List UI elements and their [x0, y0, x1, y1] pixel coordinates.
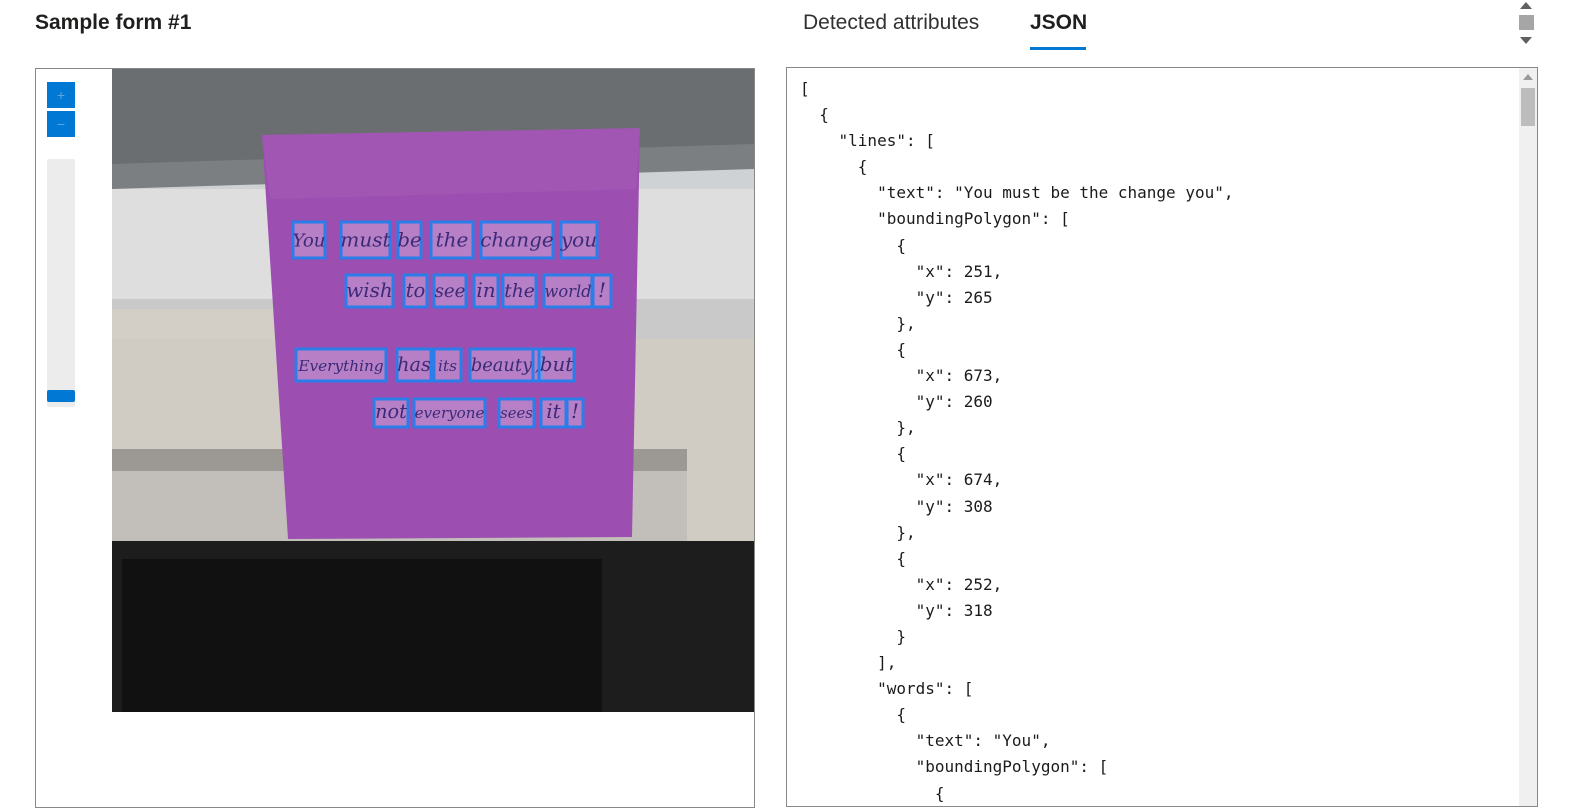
- word-box[interactable]: the: [429, 220, 475, 260]
- json-output: [ { "lines": [ { "text": "You must be th…: [800, 79, 1234, 803]
- tab-detected-attributes[interactable]: Detected attributes: [803, 11, 979, 35]
- handwritten-word: be: [397, 228, 421, 251]
- handwritten-word: change: [480, 227, 554, 251]
- word-box[interactable]: its: [432, 347, 463, 383]
- handwritten-word: !: [571, 399, 579, 423]
- word-box[interactable]: beauty: [468, 347, 535, 383]
- word-box[interactable]: !: [591, 273, 613, 309]
- handwritten-word: has: [397, 353, 431, 376]
- sticky-note-shade: [262, 128, 640, 199]
- json-scrollbar[interactable]: [1519, 68, 1537, 806]
- handwritten-word: You: [293, 230, 326, 251]
- handwritten-word: not: [375, 400, 407, 423]
- zoom-out-button[interactable]: −: [47, 111, 75, 137]
- scroll-down-arrow-icon[interactable]: [1520, 37, 1532, 44]
- word-box[interactable]: Everything: [294, 347, 388, 383]
- handwritten-word: !: [598, 278, 606, 302]
- word-box[interactable]: to: [402, 273, 429, 309]
- word-box[interactable]: everyone: [412, 397, 487, 429]
- word-box[interactable]: You: [291, 220, 327, 260]
- page-scrollbar[interactable]: [1518, 0, 1535, 50]
- word-box[interactable]: the: [501, 273, 538, 309]
- handwritten-word: to: [406, 279, 426, 302]
- page-scrollbar-thumb[interactable]: [1519, 15, 1534, 30]
- json-scrollbar-thumb[interactable]: [1521, 88, 1535, 126]
- zoom-slider-thumb[interactable]: [47, 390, 75, 402]
- scroll-up-arrow-icon[interactable]: [1520, 2, 1532, 9]
- monitor-screen: [122, 559, 602, 712]
- word-box[interactable]: not: [372, 397, 410, 429]
- word-box[interactable]: you: [559, 220, 599, 260]
- word-box[interactable]: wish: [344, 273, 395, 309]
- word-box[interactable]: be: [396, 220, 423, 260]
- word-box[interactable]: it: [539, 397, 568, 429]
- word-box[interactable]: see: [432, 273, 468, 309]
- zoom-slider[interactable]: [47, 159, 75, 407]
- handwritten-word: in: [476, 278, 495, 302]
- word-box[interactable]: has: [395, 347, 433, 383]
- handwritten-word: Everything: [297, 357, 384, 375]
- handwritten-word: must: [340, 227, 391, 251]
- image-viewer: + − You must be the change you wish to see in the w…: [35, 68, 755, 808]
- word-box[interactable]: sees: [497, 397, 536, 429]
- zoom-in-button[interactable]: +: [47, 82, 75, 108]
- handwritten-word: you: [560, 227, 597, 251]
- handwritten-word: world: [544, 282, 591, 301]
- handwritten-word: it: [546, 399, 561, 423]
- json-panel[interactable]: [ { "lines": [ { "text": "You must be th…: [786, 67, 1538, 807]
- selected-tab-indicator: [1030, 47, 1086, 50]
- handwritten-word: the: [504, 281, 535, 302]
- handwritten-word: see: [435, 281, 466, 302]
- json-scroll-up-icon[interactable]: [1523, 74, 1533, 80]
- tab-json[interactable]: JSON: [1030, 11, 1087, 35]
- handwritten-word: wish: [346, 278, 393, 302]
- sample-photo: You must be the change you wish to see in the world…: [112, 69, 754, 712]
- handwritten-word: everyone: [415, 404, 485, 422]
- word-box[interactable]: in: [472, 273, 500, 309]
- page-title: Sample form #1: [35, 11, 192, 34]
- handwritten-word: sees: [500, 404, 533, 422]
- handwritten-word: beauty: [471, 355, 533, 376]
- handwritten-word: the: [436, 227, 469, 251]
- word-box[interactable]: world: [542, 273, 594, 309]
- word-box[interactable]: change: [479, 220, 555, 260]
- word-box[interactable]: !: [565, 397, 585, 429]
- word-box[interactable]: but: [537, 347, 576, 383]
- word-box[interactable]: must: [339, 220, 392, 260]
- handwritten-word: its: [438, 357, 457, 375]
- handwritten-word: but: [540, 353, 573, 376]
